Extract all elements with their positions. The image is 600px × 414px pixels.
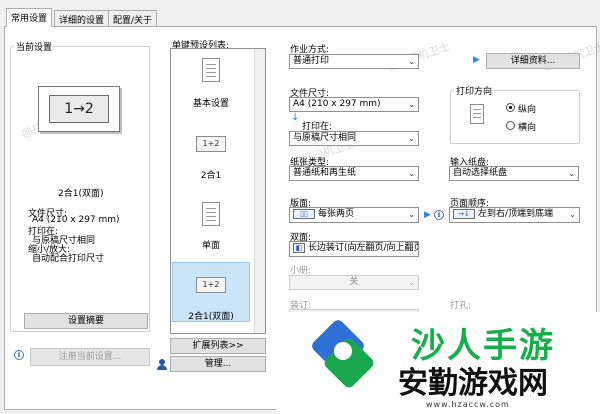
brand-overlay: 沙人手游 安勤游戏网 www.hzaccw.com bbox=[276, 312, 600, 414]
brand-logo-icon bbox=[309, 317, 378, 390]
portrait-page-icon bbox=[470, 104, 484, 124]
paper-size-select[interactable]: A4 (210 x 297 mm) ⌄ bbox=[289, 97, 419, 112]
preset-item-basic[interactable]: 基本设置 bbox=[172, 52, 250, 114]
tab-common-settings[interactable]: 常用设置 bbox=[6, 8, 53, 27]
input-tray-select[interactable]: 自动选择纸盘 ⌄ bbox=[449, 166, 579, 181]
orientation-portrait-radio[interactable] bbox=[506, 103, 515, 112]
preset-label: 基本设置 bbox=[192, 99, 229, 109]
manage-button[interactable]: 管理... bbox=[170, 356, 266, 372]
preset-item-2in1-duplex[interactable]: 1+2 2合1(双面) bbox=[172, 262, 250, 322]
paper-type-select[interactable]: 普通纸和再生纸 ⌄ bbox=[289, 166, 419, 181]
info-icon: i bbox=[14, 350, 24, 360]
document-icon bbox=[202, 202, 220, 226]
current-settings-caption: 2合1(双面) bbox=[58, 189, 104, 199]
document-icon bbox=[202, 58, 220, 82]
details-button[interactable]: 详细资料... bbox=[486, 53, 580, 69]
info-icon: i bbox=[434, 210, 444, 220]
page-order-icon: →↓ bbox=[453, 208, 475, 219]
orientation-portrait-label: 纵向 bbox=[518, 105, 537, 115]
preset-item-2in1[interactable]: 1+2 2合1 bbox=[172, 130, 250, 181]
preset-list-scrollbar[interactable] bbox=[254, 49, 265, 333]
duplex-icon: ◧ bbox=[293, 242, 305, 253]
current-settings-title: 当前设置 bbox=[14, 40, 55, 53]
layout-select[interactable]: ▯▯ 每张两页 ⌄ bbox=[289, 207, 419, 223]
current-settings-preview: 1→2 bbox=[38, 86, 120, 132]
preset-label: 2合1 bbox=[200, 171, 222, 181]
orientation-landscape-radio[interactable] bbox=[506, 121, 515, 130]
register-current-settings-button[interactable]: 注册当前设置... bbox=[30, 348, 150, 366]
print-on-select[interactable]: 与原稿尺寸相同 ⌄ bbox=[289, 131, 419, 146]
orientation-title: 打印方向 bbox=[454, 84, 495, 97]
booklet-select[interactable]: 关 ⌄ bbox=[289, 275, 419, 290]
play-icon: ▶ bbox=[424, 210, 431, 220]
preset-item-simplex[interactable]: 单面 bbox=[172, 196, 250, 252]
tab-config-about[interactable]: 配置/关于 bbox=[108, 10, 158, 26]
user-icon bbox=[157, 359, 167, 371]
preset-label: 2合1(双面) bbox=[188, 312, 234, 322]
page-order-select[interactable]: →↓ 左到右/顶端到底端 ⌄ bbox=[449, 207, 580, 223]
job-type-select[interactable]: 普通打印 ⌄ bbox=[289, 54, 419, 69]
orientation-landscape-label: 横向 bbox=[518, 123, 537, 133]
arrow-down-icon: ↓ bbox=[291, 112, 300, 123]
punch-label: 打孔: bbox=[450, 301, 472, 311]
two-in-one-icon: 1+2 bbox=[196, 136, 226, 152]
duplex-select[interactable]: ◧ 长边装订(向左翻页/向上翻页) ⌄ bbox=[289, 241, 419, 257]
brand-name: 安勤游戏网 bbox=[398, 366, 548, 401]
brand-url: www.hzaccw.com bbox=[426, 400, 510, 409]
preview-image: 1→2 bbox=[49, 95, 109, 123]
preset-label: 单面 bbox=[201, 241, 220, 251]
expand-list-button[interactable]: 扩展列表>> bbox=[170, 338, 266, 354]
tab-detailed-settings[interactable]: 详细的设置 bbox=[54, 10, 110, 26]
detail-scale-value: 自动配合打印尺寸 bbox=[32, 254, 105, 264]
play-icon: ▶ bbox=[473, 55, 480, 65]
settings-summary-button[interactable]: 设置摘要 bbox=[24, 313, 148, 329]
two-in-one-duplex-icon: 1+2 bbox=[196, 277, 226, 293]
two-pages-icon: ▯▯ bbox=[293, 208, 315, 219]
